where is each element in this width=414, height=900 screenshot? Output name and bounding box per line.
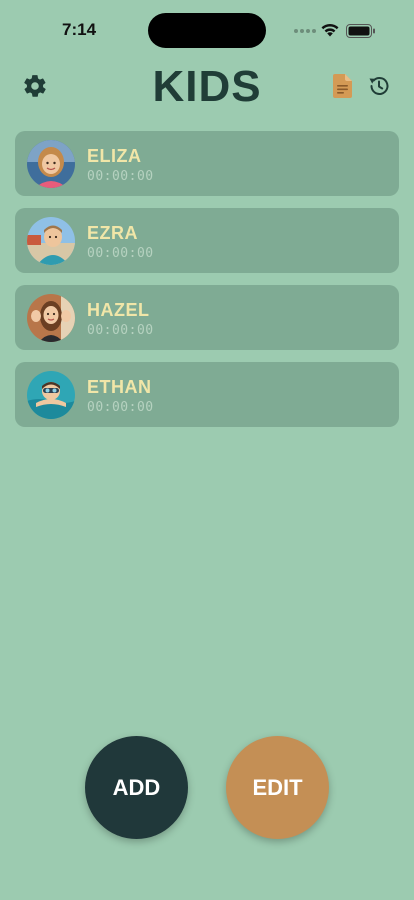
- dynamic-island: [148, 13, 266, 48]
- history-button[interactable]: [367, 74, 391, 98]
- kid-card-hazel[interactable]: HAZEL 00:00:00: [15, 285, 399, 350]
- kid-name: HAZEL: [87, 300, 150, 320]
- status-time: 7:14: [62, 20, 97, 39]
- battery-icon: [346, 24, 375, 38]
- kid-card-ethan[interactable]: ETHAN 00:00:00: [15, 362, 399, 427]
- cellular-signal-icon: [294, 29, 316, 33]
- history-icon: [369, 77, 389, 95]
- kid-list: ELIZA 00:00:00 EZRA 00:00:00 HAZEL 00:00…: [15, 131, 399, 427]
- kid-name: ELIZA: [87, 146, 142, 166]
- avatar-photo: [27, 217, 75, 265]
- avatar-photo: [27, 294, 75, 342]
- wifi-icon: [321, 23, 339, 37]
- add-button[interactable]: ADD: [85, 736, 188, 839]
- kid-card-eliza[interactable]: ELIZA 00:00:00: [15, 131, 399, 196]
- avatar: [27, 371, 75, 419]
- kid-card-ezra[interactable]: EZRA 00:00:00: [15, 208, 399, 273]
- kid-name: EZRA: [87, 223, 138, 243]
- avatar: [27, 217, 75, 265]
- header: KIDS: [0, 60, 414, 114]
- document-icon: [333, 74, 352, 98]
- avatar: [27, 140, 75, 188]
- edit-button[interactable]: EDIT: [226, 736, 329, 839]
- avatar-photo: [27, 140, 75, 188]
- kid-timer: 00:00:00: [87, 169, 154, 184]
- report-button[interactable]: [333, 74, 353, 98]
- avatar-photo: [27, 371, 75, 419]
- kid-timer: 00:00:00: [87, 323, 154, 338]
- kid-timer: 00:00:00: [87, 246, 154, 261]
- avatar: [27, 294, 75, 342]
- kid-name: ETHAN: [87, 377, 152, 397]
- status-bar: 7:14: [0, 0, 414, 58]
- kid-timer: 00:00:00: [87, 400, 154, 415]
